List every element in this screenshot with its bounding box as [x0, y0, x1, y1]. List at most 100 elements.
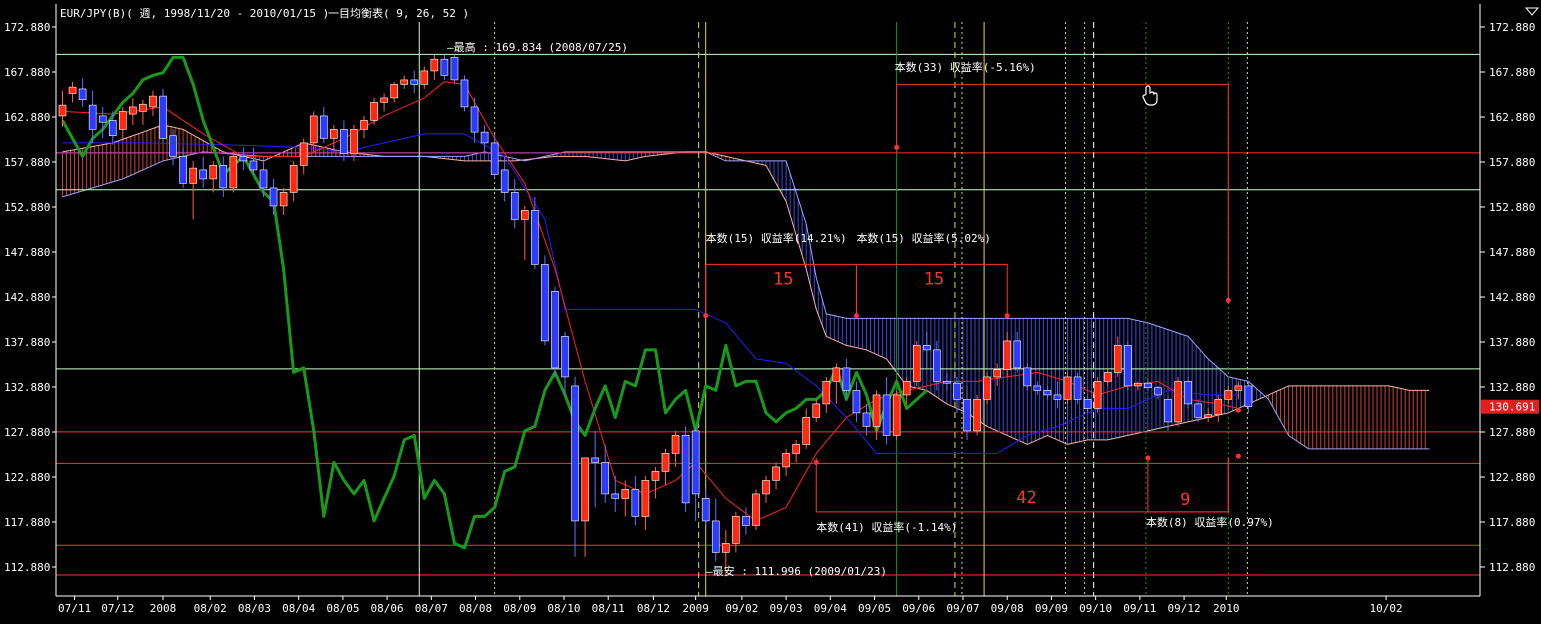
candle-body[interactable]: [58, 104, 67, 117]
candle-body[interactable]: [78, 88, 87, 101]
candle-body[interactable]: [450, 57, 459, 81]
candle-body[interactable]: [1234, 385, 1243, 391]
candle-body[interactable]: [993, 369, 1001, 378]
candle-body[interactable]: [199, 169, 207, 180]
candle-body[interactable]: [922, 345, 931, 351]
candle-body[interactable]: [510, 192, 519, 220]
candle-body[interactable]: [842, 367, 851, 391]
candle-body[interactable]: [1174, 381, 1182, 423]
candle-body[interactable]: [1224, 390, 1233, 400]
candle-body[interactable]: [159, 95, 167, 139]
candle-body[interactable]: [340, 129, 348, 155]
candle-body[interactable]: [631, 489, 640, 517]
candle-body[interactable]: [440, 58, 449, 76]
candle-body[interactable]: [1204, 414, 1212, 418]
candle-body[interactable]: [902, 381, 911, 396]
candle-body[interactable]: [1124, 345, 1132, 387]
candle-body[interactable]: [601, 462, 610, 495]
candle-body[interactable]: [179, 156, 187, 184]
candle-body[interactable]: [882, 394, 891, 436]
candle-body[interactable]: [169, 135, 177, 157]
candle-body[interactable]: [289, 165, 298, 193]
candle-body[interactable]: [1073, 376, 1082, 400]
candle-body[interactable]: [68, 86, 77, 94]
candle-body[interactable]: [309, 115, 318, 144]
candle-body[interactable]: [420, 70, 429, 85]
candle-body[interactable]: [933, 349, 941, 382]
candle-body[interactable]: [149, 95, 157, 108]
candle-body[interactable]: [360, 120, 368, 130]
candle-body[interactable]: [209, 165, 218, 180]
candle-body[interactable]: [219, 165, 228, 189]
candle-body[interactable]: [390, 84, 398, 99]
candle-body[interactable]: [410, 79, 419, 85]
candle-body[interactable]: [892, 394, 901, 436]
candle-body[interactable]: [1154, 387, 1162, 396]
candle-body[interactable]: [1134, 382, 1142, 387]
candle-body[interactable]: [1013, 340, 1022, 369]
candle-body[interactable]: [189, 167, 197, 184]
candle-body[interactable]: [98, 115, 107, 123]
candle-body[interactable]: [611, 493, 620, 499]
candle-body[interactable]: [963, 399, 971, 432]
candle-body[interactable]: [681, 435, 690, 504]
candle-body[interactable]: [490, 142, 499, 175]
candle-body[interactable]: [792, 444, 800, 454]
collapse-arrow-icon[interactable]: [1524, 7, 1540, 16]
candle-body[interactable]: [1083, 399, 1092, 409]
candle-body[interactable]: [983, 376, 991, 400]
candle-body[interactable]: [269, 187, 278, 207]
candle-body[interactable]: [520, 210, 529, 220]
candle-body[interactable]: [249, 160, 258, 171]
candle-body[interactable]: [460, 79, 469, 108]
candle-body[interactable]: [651, 471, 660, 481]
candle-body[interactable]: [852, 390, 861, 414]
candle-body[interactable]: [319, 115, 328, 139]
candle-body[interactable]: [229, 156, 238, 189]
candle-body[interactable]: [108, 120, 117, 137]
candle-body[interactable]: [973, 399, 981, 432]
candle-body[interactable]: [259, 169, 268, 189]
candle-body[interactable]: [1144, 382, 1152, 389]
candle-body[interactable]: [591, 457, 599, 463]
candle-body[interactable]: [531, 210, 539, 265]
candle-body[interactable]: [561, 336, 569, 378]
candle-body[interactable]: [1063, 376, 1072, 400]
candle-body[interactable]: [1164, 399, 1172, 423]
candle-body[interactable]: [732, 516, 740, 544]
candle-body[interactable]: [943, 381, 951, 384]
candle-body[interactable]: [581, 457, 589, 522]
candle-body[interactable]: [571, 385, 579, 522]
candle-body[interactable]: [541, 264, 549, 342]
candle-body[interactable]: [1053, 394, 1062, 400]
candle-body[interactable]: [480, 131, 489, 144]
candle-body[interactable]: [832, 367, 841, 382]
candle-body[interactable]: [742, 516, 750, 526]
candle-body[interactable]: [139, 103, 147, 112]
candle-body[interactable]: [1003, 340, 1012, 371]
candle-body[interactable]: [551, 291, 559, 369]
candle-body[interactable]: [1184, 381, 1192, 405]
candle-body[interactable]: [1244, 385, 1253, 407]
candle-body[interactable]: [862, 412, 871, 427]
candle-body[interactable]: [872, 394, 881, 427]
candle-body[interactable]: [671, 435, 680, 454]
candle-body[interactable]: [370, 102, 378, 121]
candle-body[interactable]: [812, 403, 821, 418]
candle-body[interactable]: [762, 480, 770, 495]
candle-body[interactable]: [641, 480, 650, 517]
candle-body[interactable]: [621, 489, 630, 499]
candle-body[interactable]: [279, 192, 288, 207]
candle-body[interactable]: [1103, 372, 1112, 382]
candle-body[interactable]: [330, 129, 338, 139]
candle-body[interactable]: [350, 129, 358, 155]
candle-body[interactable]: [822, 381, 831, 405]
candle-body[interactable]: [129, 106, 137, 115]
candle-body[interactable]: [430, 58, 439, 72]
candle-body[interactable]: [380, 97, 388, 103]
candle-body[interactable]: [500, 169, 509, 193]
candle-body[interactable]: [752, 493, 760, 526]
candle-body[interactable]: [691, 430, 700, 495]
candle-body[interactable]: [470, 106, 479, 133]
candle-body[interactable]: [701, 498, 710, 522]
